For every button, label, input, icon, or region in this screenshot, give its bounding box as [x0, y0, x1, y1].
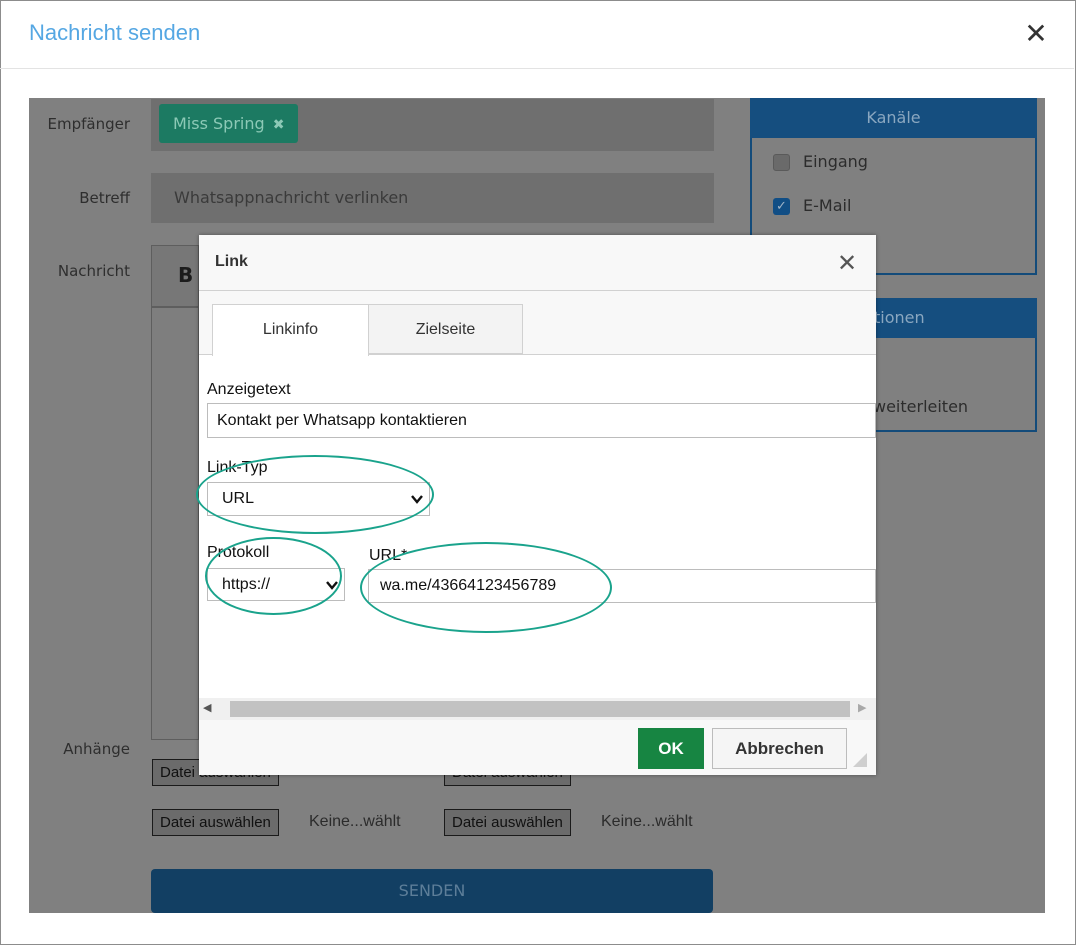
recipient-tag[interactable]: Miss Spring ✖	[159, 104, 298, 143]
remove-recipient-icon[interactable]: ✖	[273, 117, 285, 133]
message-editor[interactable]	[151, 307, 199, 740]
file-status: Keine...wählt	[309, 813, 401, 830]
display-text-label: Anzeigetext	[207, 381, 291, 398]
bold-button[interactable]: B	[178, 263, 193, 287]
annotation-ellipse	[360, 542, 612, 633]
resize-grip-icon[interactable]	[852, 752, 868, 768]
modal-close-icon[interactable]: ✕	[1022, 18, 1050, 50]
subject-label: Betreff	[79, 189, 130, 207]
file-select-button[interactable]: Datei auswählen	[444, 809, 571, 836]
display-text-input[interactable]: Kontakt per Whatsapp kontaktieren	[207, 403, 876, 438]
link-dialog-title: Link	[215, 253, 248, 270]
inbox-checkbox[interactable]	[773, 154, 790, 171]
annotation-ellipse	[205, 537, 342, 615]
email-label: E-Mail	[803, 196, 852, 215]
channels-header: Kanäle	[750, 98, 1037, 138]
forward-option-label: weiterleiten	[873, 397, 969, 416]
email-checkbox[interactable]: ✓	[773, 198, 790, 215]
scroll-left-icon[interactable]: ◀	[203, 701, 211, 714]
file-select-button[interactable]: Datei auswählen	[152, 809, 279, 836]
scrollbar-thumb[interactable]	[230, 701, 850, 717]
attachments-label: Anhänge	[63, 740, 130, 758]
file-status: Keine...wählt	[601, 813, 693, 830]
link-dialog-close-icon[interactable]: ✕	[833, 249, 861, 277]
cancel-button[interactable]: Abbrechen	[712, 728, 847, 769]
recipient-tag-label: Miss Spring	[173, 114, 265, 133]
scroll-right-icon[interactable]: ▶	[858, 701, 866, 714]
subject-value: Whatsappnachricht verlinken	[174, 188, 409, 207]
annotation-ellipse	[196, 455, 434, 534]
options-header-label: tionen	[874, 308, 925, 327]
message-label: Nachricht	[57, 262, 130, 280]
ok-button[interactable]: OK	[638, 728, 704, 769]
inbox-label: Eingang	[803, 152, 868, 171]
link-dialog-header	[199, 235, 876, 291]
tab-zielseite[interactable]: Zielseite	[368, 304, 523, 354]
recipient-label: Empfänger	[47, 115, 130, 133]
send-button[interactable]: SENDEN	[151, 869, 713, 913]
modal-title: Nachricht senden	[29, 20, 201, 45]
tab-linkinfo[interactable]: Linkinfo	[212, 304, 369, 356]
